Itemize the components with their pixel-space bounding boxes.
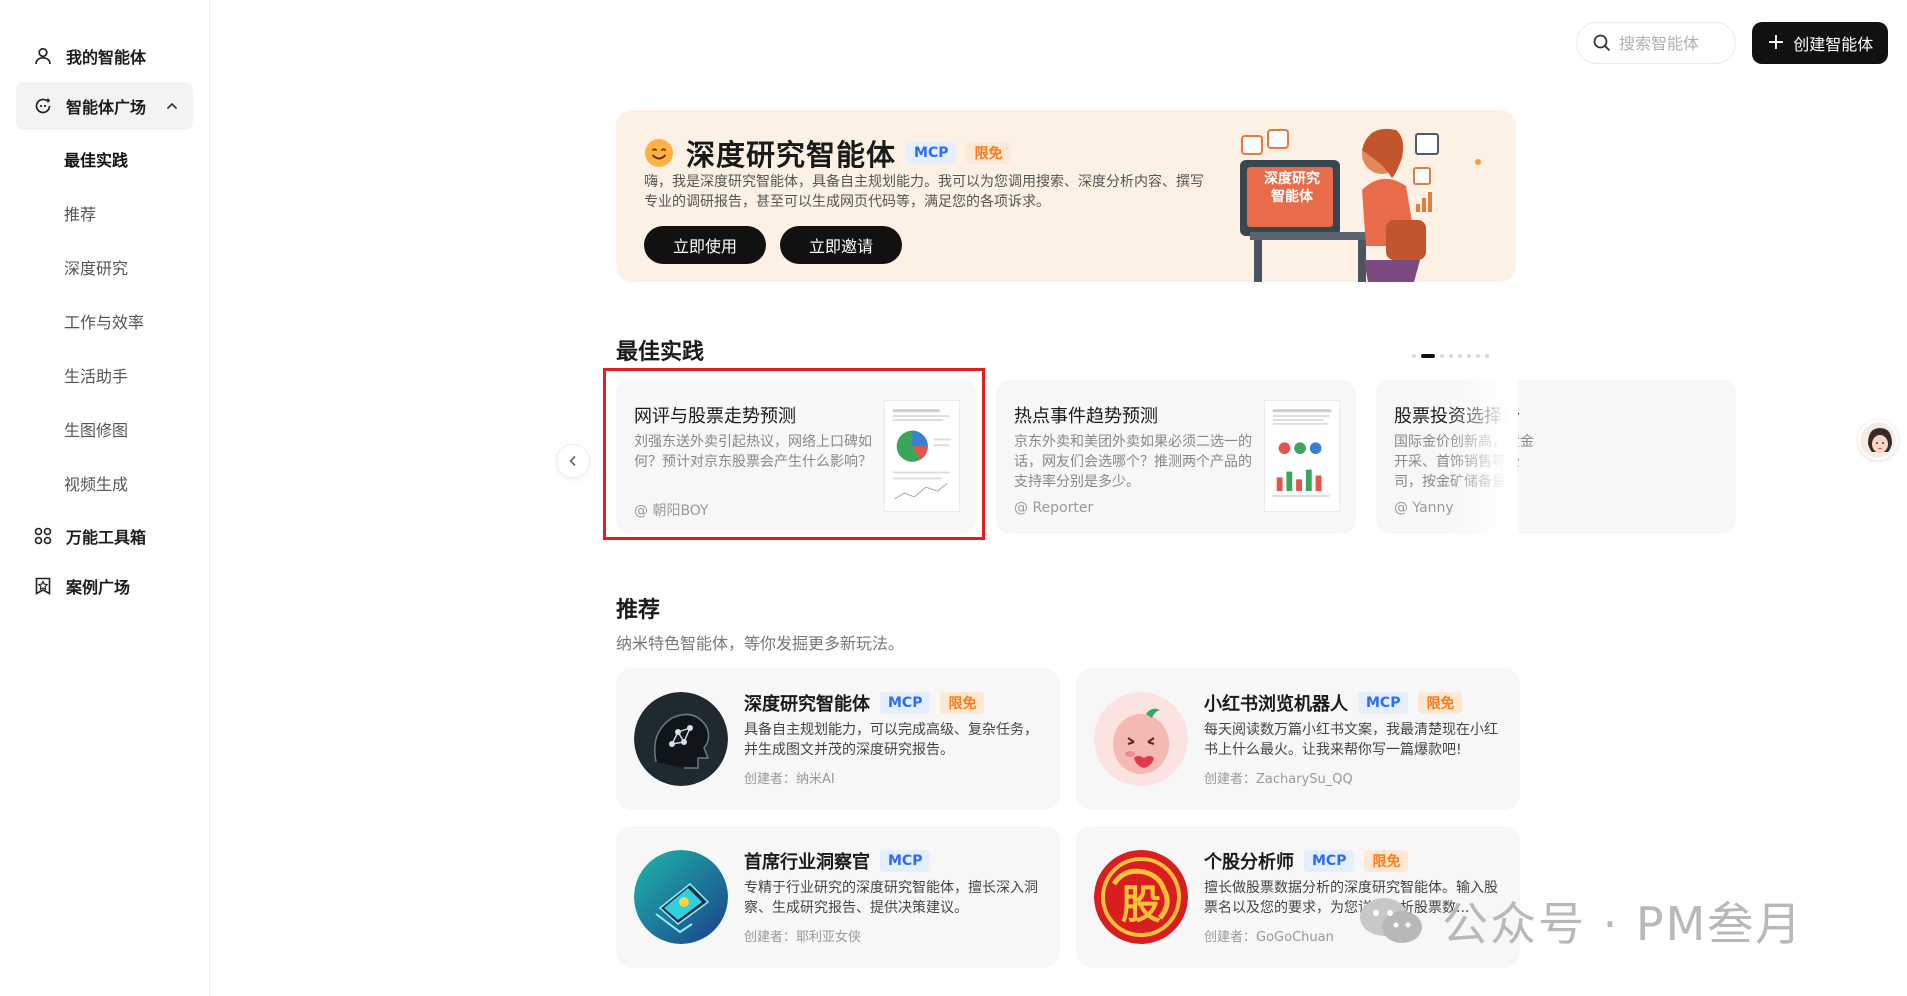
mcp-badge: MCP [1304,850,1355,872]
free-badge: 限免 [1364,850,1409,872]
plus-icon: + [1766,30,1786,55]
dragon-avatar: 股 [1094,850,1188,944]
sidebar-item-my-agents[interactable]: 我的智能体 [16,32,193,80]
recommend-title: 推荐 [616,598,661,623]
card-title-row: 首席行业洞察官 MCP [744,848,931,874]
create-agent-button[interactable]: + 创建智能体 [1752,22,1888,64]
report-thumbnail [1264,400,1340,512]
free-badge: 限免 [966,142,1011,164]
card-author: @ Yanny [1394,500,1454,516]
card-description: 国际金价创新高，黄金开采、首饰销售等公司，按金矿储备量 [1394,434,1534,490]
recommend-subtitle: 纳米特色智能体，等你发掘更多新玩法。 [616,634,905,653]
card-title: 网评与股票走势预测 [634,406,796,427]
banner-description: 嗨，我是深度研究智能体，具备自主规划能力。我可以为您调用搜索、深度分析内容、撰写… [644,174,1204,210]
banner-title: 深度研究智能体 [686,138,897,172]
sidebar: 我的智能体 智能体广场 最佳实践 推荐 深度研究 工作与效率 生活助手 生图修图… [0,0,210,996]
pager-dot[interactable] [1421,354,1435,358]
assistant-float-avatar[interactable] [1858,420,1898,460]
banner-title-row: 深度研究智能体 MCP 限免 [644,132,1011,174]
pager-dot[interactable] [1458,354,1462,358]
search-icon [1593,34,1611,52]
pager-dot[interactable] [1476,354,1480,358]
sidebar-item-label: 万能工具箱 [66,528,147,547]
sidebar-sub-recommend[interactable]: 推荐 [0,186,209,240]
hero-banner: 深度研究智能体 MCP 限免 嗨，我是深度研究智能体，具备自主规划能力。我可以为… [616,110,1516,282]
sidebar-item-agent-plaza[interactable]: 智能体广场 [16,82,193,130]
sidebar-item-case-plaza[interactable]: 案例广场 [16,562,193,610]
card-creator: 创建者：耶利亚女侠 [744,930,862,945]
pager-dot[interactable] [1412,354,1416,358]
laptop-avatar [634,850,728,944]
brain-avatar [634,692,728,786]
recommend-card[interactable]: 深度研究智能体 MCP 限免 具备自主规划能力，可以完成高级、复杂任务，并生成图… [616,668,1060,810]
card-title: 深度研究智能体 [744,694,870,715]
toolbox-icon [32,525,54,547]
dragon-avatar-char: 股 [1121,882,1161,928]
pager-dot[interactable] [1485,354,1489,358]
pager-dot[interactable] [1467,354,1471,358]
card-creator: 创建者：ZacharySu_QQ [1204,772,1353,787]
free-badge: 限免 [940,692,985,714]
sidebar-item-label: 我的智能体 [66,48,147,67]
card-creator: 创建者：GoGoChuan [1204,930,1334,945]
sidebar-item-label: 案例广场 [66,578,131,597]
report-thumbnail [884,400,960,512]
app-root: 我的智能体 智能体广场 最佳实践 推荐 深度研究 工作与效率 生活助手 生图修图… [0,0,1907,996]
create-agent-label: 创建智能体 [1793,35,1874,54]
pager-dot[interactable] [1440,354,1444,358]
search-input[interactable] [1619,33,1729,53]
pager-dot[interactable] [1449,354,1453,358]
mcp-badge: MCP [880,850,931,872]
card-author: @ 朝阳BOY [634,503,709,519]
use-now-button[interactable]: 立即使用 [644,226,766,264]
recommend-card[interactable]: 首席行业洞察官 MCP 专精于行业研究的深度研究智能体，擅长深入洞察、生成研究报… [616,826,1060,968]
user-icon [32,45,54,67]
recommend-card[interactable]: 小红书浏览机器人 MCP 限免 每天阅读数万篇小红书文案，我最清楚现在小红书上什… [1076,668,1520,810]
card-title: 股票投资选择分 [1394,406,1520,427]
smile-icon [645,139,673,167]
card-title: 小红书浏览机器人 [1204,694,1348,715]
card-description: 专精于行业研究的深度研究智能体，擅长深入洞察、生成研究报告、提供决策建议。 [744,880,1038,916]
card-description: 京东外卖和美团外卖如果必须二选一的话，网友们会选哪个？推测两个产品的支持率分别是… [1014,434,1252,490]
card-author: @ Reporter [1014,500,1094,516]
card-title-row: 深度研究智能体 MCP 限免 [744,690,985,716]
sidebar-item-label: 智能体广场 [66,98,147,117]
carousel-pager[interactable] [1412,354,1489,358]
sidebar-sub-work-efficiency[interactable]: 工作与效率 [0,294,209,348]
sidebar-item-toolbox[interactable]: 万能工具箱 [16,512,193,560]
mcp-badge: MCP [1358,692,1409,714]
card-title-row: 个股分析师 MCP 限免 [1204,848,1409,874]
card-description: 具备自主规划能力，可以完成高级、复杂任务，并生成图文并茂的深度研究报告。 [744,722,1038,758]
carousel-prev-button[interactable] [556,444,590,478]
chevron-up-icon[interactable] [165,99,179,113]
card-title: 热点事件趋势预测 [1014,406,1158,427]
free-badge: 限免 [1418,692,1463,714]
sidebar-sub-best-practice[interactable]: 最佳实践 [0,132,209,186]
mcp-badge: MCP [906,142,957,164]
card-description: 擅长做股票数据分析的深度研究智能体。输入股票名以及您的要求，为您详细分析股票数.… [1204,880,1498,916]
case-icon [32,575,54,597]
card-title: 首席行业洞察官 [744,852,870,873]
card-creator: 创建者：纳米AI [744,772,835,787]
card-description: 刘强东送外卖引起热议，网络上口碑如何？预计对京东股票会产生什么影响？ [634,434,872,470]
best-practice-card[interactable]: 股票投资选择分 国际金价创新高，黄金开采、首饰销售等公司，按金矿储备量 @ Ya… [1376,380,1736,534]
chevron-left-icon [569,455,576,467]
sidebar-sub-deep-research[interactable]: 深度研究 [0,240,209,294]
sidebar-sub-video-gen[interactable]: 视频生成 [0,456,209,510]
invite-now-button[interactable]: 立即邀请 [780,226,902,264]
best-practice-card[interactable]: 网评与股票走势预测 刘强东送外卖引起热议，网络上口碑如何？预计对京东股票会产生什… [616,380,976,534]
card-description: 每天阅读数万篇小红书文案，我最清楚现在小红书上什么最火。让我来帮你写一篇爆款吧! [1204,722,1498,758]
plaza-icon [32,95,54,117]
card-title-row: 小红书浏览机器人 MCP 限免 [1204,690,1463,716]
sidebar-sub-image-edit[interactable]: 生图修图 [0,402,209,456]
card-title: 个股分析师 [1204,852,1294,873]
cute-face-avatar [1094,692,1188,786]
best-practice-card[interactable]: 热点事件趋势预测 京东外卖和美团外卖如果必须二选一的话，网友们会选哪个？推测两个… [996,380,1356,534]
sidebar-sub-life-assistant[interactable]: 生活助手 [0,348,209,402]
mcp-badge: MCP [880,692,931,714]
recommend-card[interactable]: 股 个股分析师 MCP 限免 擅长做股票数据分析的深度研究智能体。输入股票名以及… [1076,826,1520,968]
best-practice-title: 最佳实践 [616,340,705,365]
banner-screen-text: 深度研究 智能体 [1264,171,1320,205]
search-box[interactable] [1576,22,1736,64]
